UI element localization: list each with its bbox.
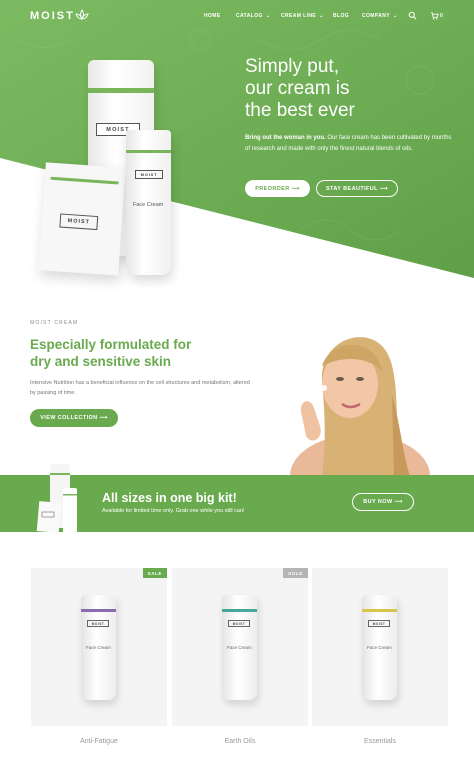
tube-product-name: Face Cream bbox=[227, 645, 252, 650]
box-band bbox=[50, 176, 119, 185]
hero-lead-bold: Bring out the woman in you. bbox=[245, 135, 326, 141]
chevron-down-icon: ⌄ bbox=[319, 13, 324, 19]
search-icon[interactable] bbox=[408, 11, 417, 20]
hero-title: Simply put, our cream is the best ever bbox=[245, 56, 445, 122]
nav-catalog[interactable]: CATALOG ⌄ bbox=[236, 13, 270, 19]
tube-product-name: Face Cream bbox=[86, 645, 111, 650]
view-collection-button[interactable]: VIEW COLLECTION ⟶ bbox=[30, 409, 118, 427]
stay-beautiful-button[interactable]: STAY BEAUTIFUL ⟶ bbox=[316, 180, 398, 197]
banner-title: All sizes in one big kit! bbox=[102, 491, 237, 505]
section-eyebrow: MOIST CREAM bbox=[30, 320, 79, 326]
kit-products-image bbox=[36, 464, 77, 534]
section-description: Intensive Nutrition has a beneficial inf… bbox=[30, 380, 250, 396]
product-title[interactable]: Earth Oils bbox=[172, 738, 308, 745]
cart-icon[interactable] bbox=[430, 11, 439, 20]
product-card-anti-fatigue[interactable]: SALE MOIST Face Cream bbox=[31, 568, 167, 726]
tube-band bbox=[81, 609, 116, 612]
product-title[interactable]: Essentials bbox=[312, 738, 448, 745]
preorder-button[interactable]: PREORDER ⟶ bbox=[245, 180, 310, 197]
tube-label: MOIST bbox=[228, 620, 250, 627]
cart-count: 0 bbox=[440, 13, 444, 19]
chevron-down-icon: ⌄ bbox=[393, 13, 398, 19]
logo[interactable]: MOIST bbox=[30, 10, 75, 22]
tube-product-name: Face Cream bbox=[367, 645, 392, 650]
hero-section: MOIST HOME CATALOG ⌄ CREAM LINE ⌄ BLOG COM… bbox=[0, 0, 474, 300]
lotus-icon bbox=[75, 9, 89, 20]
product-tube: MOIST Face Cream bbox=[81, 595, 116, 700]
hero-description: Bring out the woman in you. Our face cre… bbox=[245, 133, 455, 154]
nav-company[interactable]: COMPANY ⌄ bbox=[362, 13, 398, 19]
tube-band bbox=[88, 88, 154, 93]
product-tube-small: MOIST Face Cream bbox=[126, 130, 171, 275]
chevron-down-icon: ⌄ bbox=[265, 13, 271, 19]
product-tube: MOIST Face Cream bbox=[362, 595, 397, 700]
top-nav: MOIST HOME CATALOG ⌄ CREAM LINE ⌄ BLOG COM… bbox=[0, 0, 474, 32]
banner-subtitle: Available for limited time only. Grab on… bbox=[102, 508, 245, 514]
product-tube: MOIST Face Cream bbox=[222, 595, 257, 700]
hero-title-line: the best ever bbox=[245, 100, 355, 121]
section-title: Especially formulated for dry and sensit… bbox=[30, 336, 270, 370]
model-portrait bbox=[290, 337, 430, 476]
product-card-earth-oils[interactable]: SOLD MOIST Face Cream bbox=[172, 568, 308, 726]
product-title[interactable]: Anti-Fatigue bbox=[31, 738, 167, 745]
hero-title-line: our cream is bbox=[245, 78, 350, 99]
buy-now-button[interactable]: BUY NOW ⟶ bbox=[352, 493, 414, 511]
tube-band bbox=[362, 609, 397, 612]
tube-label: MOIST bbox=[87, 620, 109, 627]
hero-title-line: Simply put, bbox=[245, 56, 339, 77]
product-card-essentials[interactable]: MOIST Face Cream bbox=[312, 568, 448, 726]
tube-product-name: Face Cream bbox=[133, 202, 164, 208]
sale-badge: SALE bbox=[142, 568, 167, 578]
product-box: MOIST bbox=[38, 162, 126, 276]
section-title-line: dry and sensitive skin bbox=[30, 354, 172, 369]
tube-band bbox=[222, 609, 257, 612]
nav-blog[interactable]: BLOG bbox=[333, 13, 349, 19]
nav-cream-line[interactable]: CREAM LINE ⌄ bbox=[281, 13, 324, 19]
tube-label: MOIST bbox=[368, 620, 390, 627]
sold-badge: SOLD bbox=[283, 568, 308, 578]
box-label: MOIST bbox=[59, 213, 99, 231]
section-title-line: Especially formulated for bbox=[30, 337, 192, 352]
tube-band bbox=[126, 150, 171, 153]
tube-label: MOIST bbox=[135, 170, 163, 179]
nav-home[interactable]: HOME bbox=[204, 13, 221, 19]
